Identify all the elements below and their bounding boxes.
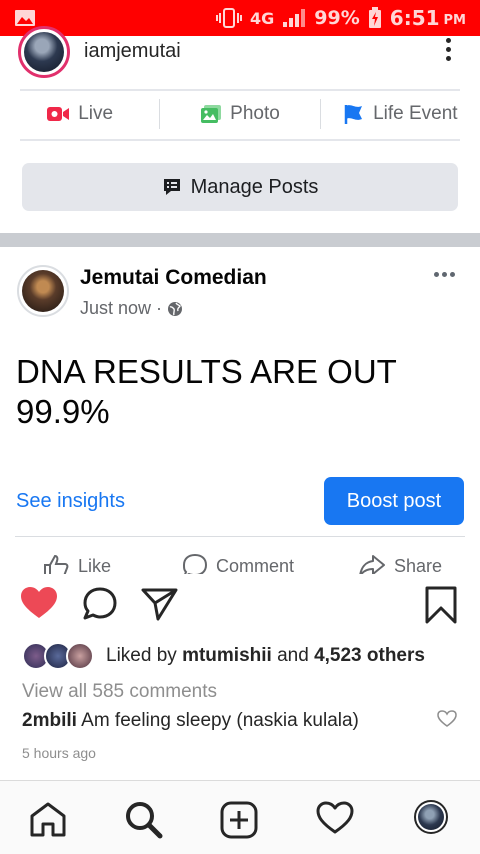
photo-button[interactable]: Photo [160,92,319,136]
photo-icon [201,105,222,123]
divider [20,139,460,141]
liked-by-prefix: Liked by [106,645,177,666]
liker-avatars[interactable] [22,641,98,671]
live-button[interactable]: Live [0,92,159,136]
photo-label: Photo [230,103,280,124]
flag-icon [344,105,363,124]
liked-by-and: and [277,645,309,666]
network-type: 4G [250,8,275,28]
see-insights-link[interactable]: See insights [16,490,125,513]
profile-avatar[interactable] [18,26,70,78]
gallery-notification-icon [15,10,35,26]
boost-post-button[interactable]: Boost post [324,477,464,525]
share-button[interactable]: Share [358,553,442,574]
battery-charging-icon [368,7,381,28]
live-label: Live [78,103,114,124]
bottom-navigation [0,780,480,854]
comment-label: Comment [216,555,295,575]
manage-posts-label: Manage Posts [190,175,319,198]
likes-text[interactable]: Liked by mtumishii and 4,523 others [106,645,425,667]
liked-heart-icon[interactable] [20,586,58,620]
manage-posts-icon [163,179,180,195]
divider [15,536,465,537]
post-time-ago: 5 hours ago [22,745,96,761]
like-label: Like [78,555,112,575]
post-reaction-bar: Like Comment Share [0,536,480,574]
life-event-label: Life Event [373,103,458,124]
composer-actions: Live Photo Life Event [0,92,480,136]
manage-posts-button[interactable]: Manage Posts [22,163,458,211]
comment-text: Am feeling sleepy (naskia kulala) [81,710,359,731]
profile-avatar[interactable] [414,800,448,834]
post-timestamp[interactable]: Just now [80,298,151,319]
share-icon [359,555,385,574]
view-all-comments-link[interactable]: View all 585 comments [22,681,217,703]
comment-preview: 2mbili Am feeling sleepy (naskia kulala) [22,710,359,732]
post-more-options-icon[interactable] [434,272,455,277]
battery-percent: 99% [314,7,360,29]
feed-action-bar [0,582,480,626]
section-separator [0,233,480,247]
more-options-icon[interactable] [444,38,452,64]
activity-heart-icon[interactable] [316,801,354,835]
post-author-avatar[interactable] [17,265,69,317]
divider [20,89,460,91]
vibrate-icon [216,8,243,28]
home-icon[interactable] [29,801,67,837]
comment-like-heart-icon[interactable] [437,710,457,728]
clock-time: 6:51 [389,6,440,30]
comment-button[interactable]: Comment [182,553,294,574]
meta-separator: · [156,298,163,318]
comment-bubble-icon[interactable] [82,586,118,622]
status-bar: 4G 99% 6:51 PM [0,0,480,36]
thumbs-up-icon [44,554,69,574]
profile-header: iamjemutai [0,26,480,88]
save-bookmark-icon[interactable] [424,586,458,624]
live-video-icon [47,107,70,121]
comment-username[interactable]: 2mbili [22,710,77,731]
post-text-line: DNA RESULTS ARE OUT [16,353,397,390]
life-event-button[interactable]: Life Event [321,92,480,136]
signal-icon [283,9,306,27]
liked-by-user[interactable]: mtumishii [182,645,272,666]
search-icon[interactable] [124,801,164,839]
like-button[interactable]: Like [42,553,111,574]
share-label: Share [394,555,443,575]
liker-avatar [66,642,94,670]
add-post-icon[interactable] [220,801,258,839]
post-meta: Just now · [80,298,183,319]
post-author-name[interactable]: Jemutai Comedian [80,266,267,290]
post-text-line: 99.9% [16,393,110,430]
liked-by-others[interactable]: 4,523 others [314,645,425,666]
profile-username[interactable]: iamjemutai [84,40,181,63]
clock-ampm: PM [443,12,466,28]
globe-icon [168,301,183,316]
direct-send-icon[interactable] [141,586,179,622]
likes-summary: Liked by mtumishii and 4,523 others [22,641,425,671]
post-body: DNA RESULTS ARE OUT 99.9% [16,352,456,432]
comment-icon [182,553,208,574]
